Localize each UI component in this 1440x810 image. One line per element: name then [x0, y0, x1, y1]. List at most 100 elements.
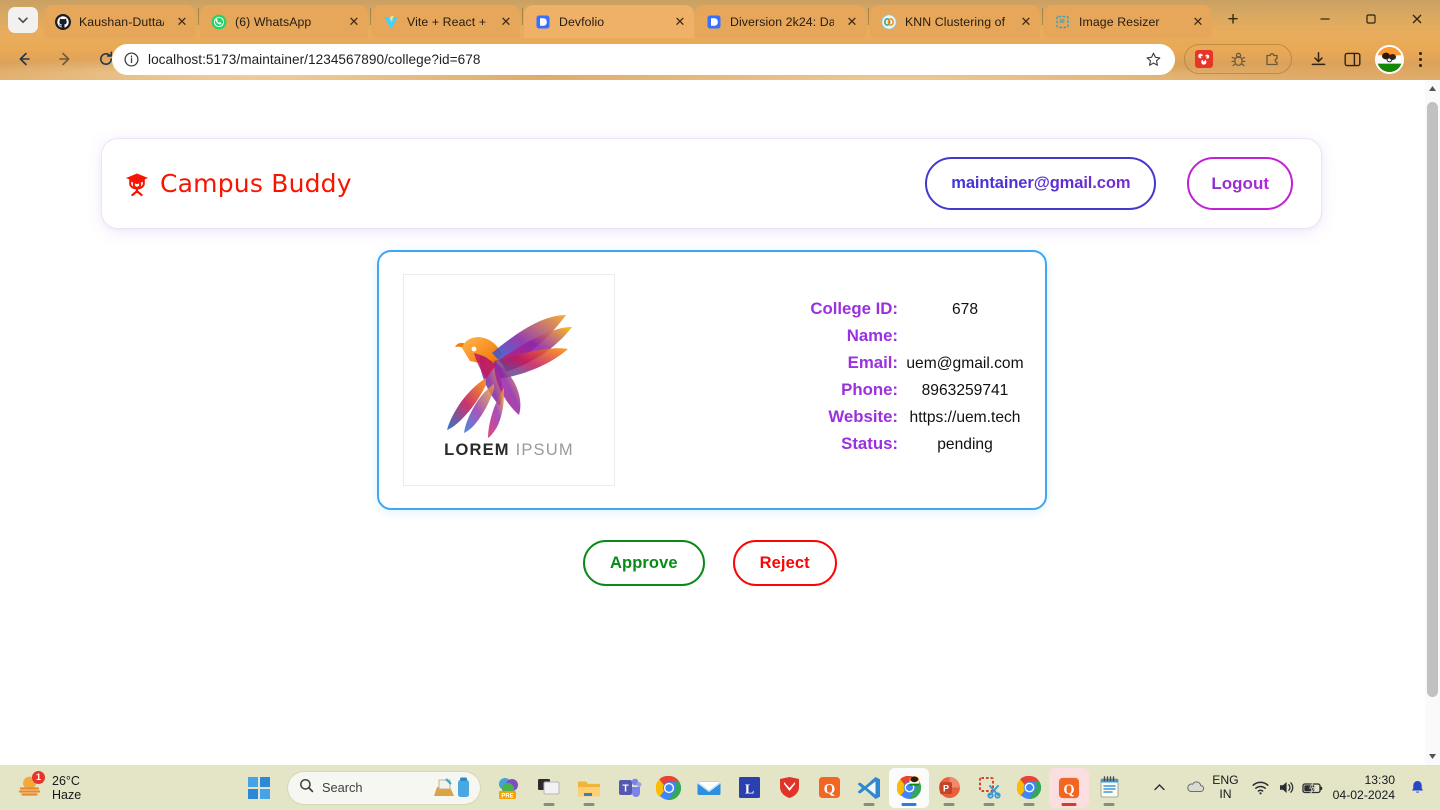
haze-sun-icon: 1: [16, 770, 45, 804]
wifi-icon[interactable]: [1248, 771, 1274, 805]
windows-taskbar: 1 26°C Haze Search PRE T L Q P Q ENG IN …: [0, 765, 1440, 810]
weather-text: 26°C Haze: [52, 774, 81, 802]
tab-search-button[interactable]: [8, 7, 38, 33]
chrome-icon[interactable]: [649, 768, 689, 808]
detail-value: 8963259741: [921, 382, 1009, 399]
bell-icon[interactable]: [1404, 771, 1430, 805]
graduation-cap-icon: [126, 173, 148, 196]
star-icon[interactable]: [1141, 48, 1165, 72]
minimize-icon[interactable]: [1302, 0, 1348, 38]
extension-red-icon[interactable]: [1191, 46, 1217, 72]
address-bar[interactable]: localhost:5173/maintainer/1234567890/col…: [112, 44, 1175, 75]
running-indicator: [543, 802, 555, 806]
toolbar-right-icons: [1297, 44, 1432, 74]
running-indicator: [1103, 802, 1115, 806]
browser-tab[interactable]: (6) WhatsApp ✕: [200, 5, 368, 38]
powerpoint-pre-icon[interactable]: PRE: [489, 768, 529, 808]
notepad-icon[interactable]: [1089, 768, 1129, 808]
chrome-active-icon[interactable]: [889, 767, 929, 808]
tab-title: KNN Clustering of Fe: [905, 14, 1008, 29]
tab-close-icon[interactable]: ✕: [1188, 12, 1208, 32]
chrome-2-icon[interactable]: [1009, 768, 1049, 808]
shield-app-icon[interactable]: [769, 768, 809, 808]
puzzle-icon[interactable]: [1259, 46, 1285, 72]
close-icon[interactable]: [1394, 0, 1440, 38]
detail-row-email: Email: uem@gmail.com: [794, 353, 1032, 380]
file-explorer-icon[interactable]: [569, 768, 609, 808]
reject-button[interactable]: Reject: [732, 540, 837, 586]
l-app-icon[interactable]: L: [729, 768, 769, 808]
language-indicator[interactable]: ENG IN: [1212, 773, 1238, 801]
browser-tab[interactable]: Image Resizer ✕: [1044, 5, 1212, 38]
tab-close-icon[interactable]: ✕: [1016, 12, 1036, 32]
info-circle-icon[interactable]: [120, 49, 142, 71]
new-tab-button[interactable]: +: [1219, 6, 1247, 34]
page-scrollbar[interactable]: [1425, 80, 1440, 765]
page-content: Campus Buddy maintainer@gmail.com Logout: [0, 80, 1440, 765]
browser-tab-active[interactable]: Devfolio ✕: [524, 5, 694, 38]
powerpoint-icon[interactable]: P: [929, 768, 969, 808]
scroll-down-icon[interactable]: [1425, 748, 1440, 765]
q-highlighted-icon[interactable]: Q: [1049, 767, 1089, 808]
taskbar-search[interactable]: Search: [288, 771, 480, 804]
tab-close-icon[interactable]: ✕: [670, 12, 690, 32]
vscode-icon[interactable]: [849, 768, 889, 808]
download-icon[interactable]: [1305, 46, 1331, 72]
tab-close-icon[interactable]: ✕: [842, 12, 862, 32]
detail-label: Phone:: [841, 380, 898, 399]
weather-widget[interactable]: 1 26°C Haze: [16, 770, 81, 804]
detail-value: https://uem.tech: [909, 409, 1021, 426]
bug-icon[interactable]: [1225, 46, 1251, 72]
devfolio-icon: [536, 15, 550, 28]
three-dot-menu-icon[interactable]: [1408, 44, 1432, 74]
extensions-group: [1184, 44, 1292, 74]
detail-label: Email:: [847, 353, 898, 372]
battery-charging-icon[interactable]: [1300, 771, 1326, 805]
snipping-tool-icon[interactable]: [969, 768, 1009, 808]
bird-logo-icon: [447, 314, 572, 438]
teams-icon[interactable]: T: [609, 768, 649, 808]
side-panel-icon[interactable]: [1339, 46, 1365, 72]
browser-tab[interactable]: Kaushan-Dutta/camp ✕: [44, 5, 196, 38]
tab-close-icon[interactable]: ✕: [344, 12, 364, 32]
browser-tab[interactable]: Diversion 2k24: Dash ✕: [695, 5, 866, 38]
tab-close-icon[interactable]: ✕: [496, 12, 516, 32]
logo-caption: LOREM IPSUM: [444, 441, 574, 460]
tab-title: Devfolio: [559, 14, 605, 29]
detail-value: uem@gmail.com: [906, 355, 1024, 372]
maximize-icon[interactable]: [1348, 0, 1394, 38]
detail-row-college-id: College ID: 678: [794, 299, 1032, 326]
user-email-button[interactable]: maintainer@gmail.com: [925, 157, 1157, 210]
task-view-icon[interactable]: [529, 768, 569, 808]
running-indicator: [863, 802, 875, 806]
cloud-icon[interactable]: [1182, 771, 1208, 805]
brand[interactable]: Campus Buddy: [124, 169, 352, 198]
svg-text:Q: Q: [1063, 781, 1074, 797]
scroll-up-icon[interactable]: [1425, 80, 1440, 97]
tab-strip: Kaushan-Dutta/camp ✕ (6) WhatsApp ✕ Vite…: [0, 0, 1440, 38]
volume-icon[interactable]: [1274, 771, 1300, 805]
chevron-up-icon[interactable]: [1139, 768, 1179, 808]
avatar[interactable]: [1375, 44, 1404, 74]
svg-text:L: L: [744, 783, 753, 798]
detail-value: pending: [937, 436, 993, 453]
windows-start-icon[interactable]: [239, 768, 279, 808]
back-arrow-icon[interactable]: [7, 42, 41, 76]
logout-button[interactable]: Logout: [1187, 157, 1293, 210]
tab-close-icon[interactable]: ✕: [172, 12, 192, 32]
tab-title: (6) WhatsApp: [235, 14, 312, 29]
mail-icon[interactable]: [689, 768, 729, 808]
logo-caption-bold: LOREM: [444, 440, 510, 459]
forward-arrow-icon[interactable]: [48, 42, 82, 76]
logout-label: Logout: [1211, 173, 1269, 193]
scrollbar-thumb[interactable]: [1427, 102, 1438, 697]
browser-tab[interactable]: Vite + React + TS ✕: [372, 5, 520, 38]
svg-text:P: P: [942, 784, 948, 794]
clock[interactable]: 13:30 04-02-2024: [1333, 773, 1395, 802]
q-orange-icon[interactable]: Q: [809, 768, 849, 808]
browser-tab[interactable]: KNN Clustering of Fe ✕: [870, 5, 1040, 38]
svg-text:T: T: [622, 784, 628, 795]
tab-title: Diversion 2k24: Dash: [730, 14, 834, 29]
detail-value: 678: [951, 301, 979, 318]
approve-button[interactable]: Approve: [583, 540, 705, 586]
